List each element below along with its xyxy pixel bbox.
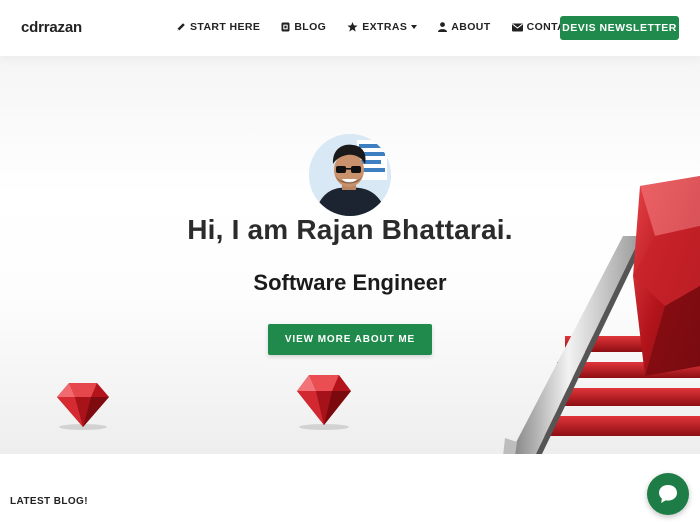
chat-bubble-icon [659,485,677,503]
blog-icon [281,22,290,32]
top-navbar: cdrrazan START HERE BLOG EXTRAS ABOUT CO… [0,0,700,56]
ruby-gem-left [57,383,109,430]
user-icon [438,22,448,32]
nav-blog-label: BLOG [294,21,327,33]
ruby-gem-middle [297,375,351,430]
nav-blog[interactable]: BLOG [281,21,326,33]
main-nav: START HERE BLOG EXTRAS ABOUT CONTACT [176,21,601,33]
nav-start-here-label: START HERE [190,21,261,33]
avatar [309,134,391,216]
nav-about-label: ABOUT [451,21,491,33]
latest-blog-heading: LATEST BLOG! [10,496,88,507]
hero-title: Hi, I am Rajan Bhattarai. [187,214,513,245]
hero-section: Hi, I am Rajan Bhattarai. Software Engin… [0,56,700,454]
envelope-icon [511,23,523,31]
nav-extras-label: EXTRAS [362,21,408,33]
hero-subtitle: Software Engineer [253,270,447,295]
star-icon [347,22,358,32]
newsletter-button[interactable]: DEVIS NEWSLETTER [560,16,679,40]
chat-widget-button[interactable] [647,473,689,515]
chevron-down-icon [411,25,418,29]
profile-photo [309,134,391,216]
pencil-icon [177,23,185,31]
brand-logo[interactable]: cdrrazan [21,19,82,36]
nav-extras[interactable]: EXTRAS [347,21,418,33]
nav-start-here[interactable]: START HERE [176,21,260,33]
view-more-about-me-button[interactable]: VIEW MORE ABOUT ME [268,324,432,355]
nav-about[interactable]: ABOUT [438,21,490,33]
rails-background-graphic [503,176,700,454]
